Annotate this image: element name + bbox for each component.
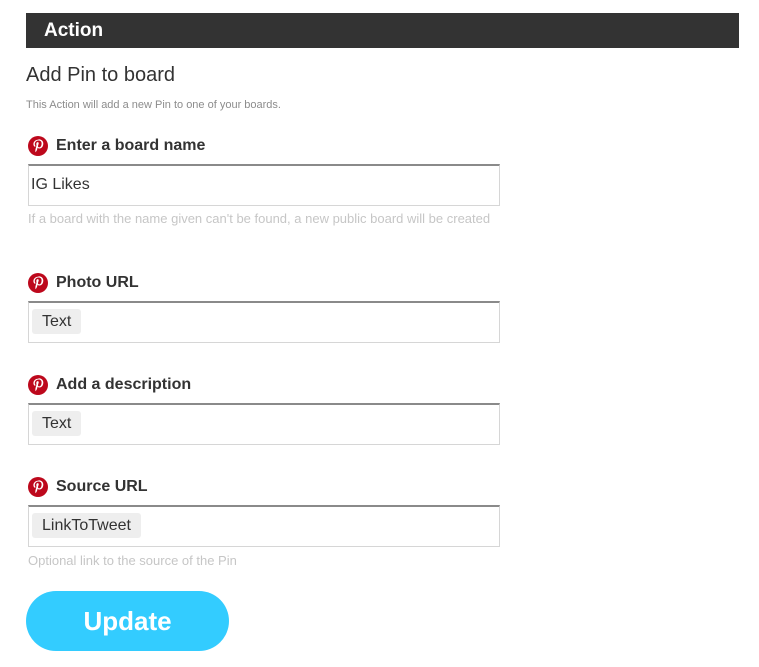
description-field[interactable]: Text <box>28 403 500 445</box>
board-name-value[interactable]: IG Likes <box>31 176 90 194</box>
description-label: Add a description <box>28 373 191 397</box>
update-button[interactable]: Update <box>26 591 229 651</box>
action-title: Add Pin to board <box>26 64 175 86</box>
description-ingredient-pill[interactable]: Text <box>32 411 82 436</box>
source-url-help: Optional link to the source of the Pin <box>28 553 237 568</box>
photo-url-field[interactable]: Text <box>28 301 500 343</box>
section-header: Action <box>26 13 739 48</box>
photo-url-ingredient-pill[interactable]: Text <box>32 309 82 334</box>
source-url-label-text: Source URL <box>56 478 148 495</box>
pinterest-logo-icon <box>28 273 48 293</box>
source-url-ingredient-pill[interactable]: LinkToTweet <box>32 513 141 538</box>
source-url-field[interactable]: LinkToTweet <box>28 505 500 547</box>
photo-url-label: Photo URL <box>28 271 139 295</box>
board-name-field[interactable]: IG Likes <box>28 164 500 206</box>
board-name-help: If a board with the name given can't be … <box>28 211 491 226</box>
action-description: This Action will add a new Pin to one of… <box>26 99 281 111</box>
pinterest-logo-icon <box>28 477 48 497</box>
section-header-title: Action <box>44 20 104 41</box>
description-label-text: Add a description <box>56 376 192 393</box>
board-name-label-text: Enter a board name <box>56 137 206 154</box>
board-name-label: Enter a board name <box>28 134 205 158</box>
pinterest-logo-icon <box>28 375 48 395</box>
source-url-label: Source URL <box>28 475 148 499</box>
photo-url-label-text: Photo URL <box>56 274 139 291</box>
pinterest-logo-icon <box>28 136 48 156</box>
